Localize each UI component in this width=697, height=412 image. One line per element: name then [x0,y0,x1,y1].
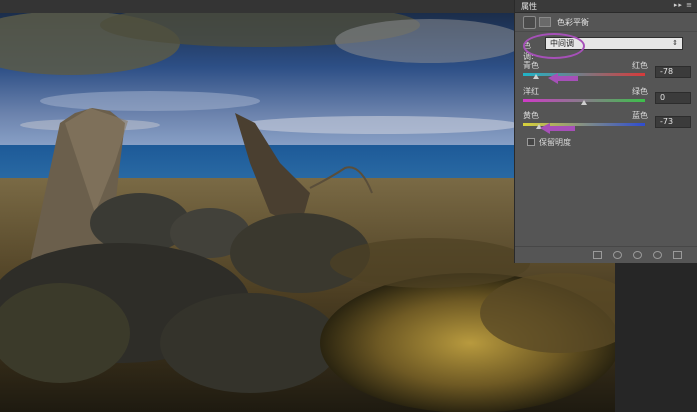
annotation-arrows [540,73,578,134]
annotation-arrow [540,123,575,134]
annotation-arrow [548,73,578,84]
